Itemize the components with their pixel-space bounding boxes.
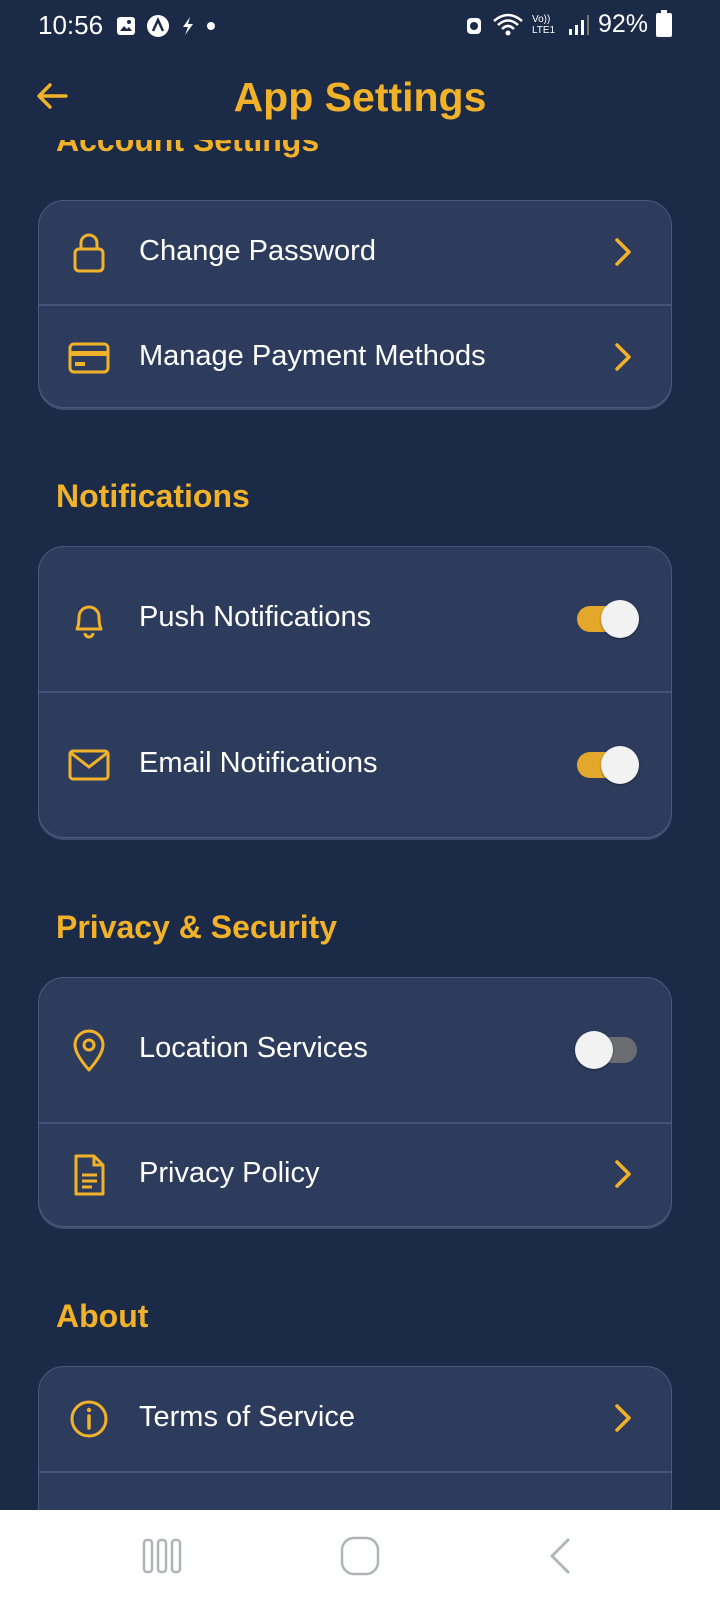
system-nav-bar <box>0 1510 720 1600</box>
section-title-privacy: Privacy & Security <box>56 909 338 945</box>
row-change-password[interactable]: Change Password <box>39 201 671 304</box>
row-label: Change Password <box>139 235 376 267</box>
row-location-services[interactable]: Location Services <box>39 978 671 1122</box>
chevron-right-icon <box>615 238 631 266</box>
toggle-knob <box>601 746 639 784</box>
page-title: App Settings <box>233 74 487 120</box>
row-next-item[interactable] <box>39 1471 671 1510</box>
row-privacy-policy[interactable]: Privacy Policy <box>39 1122 671 1226</box>
row-label: Manage Payment Methods <box>139 340 486 372</box>
app-icon <box>147 15 169 37</box>
network-label: Vo)) LTE1 <box>531 13 556 36</box>
card-notifications: Push Notifications Email Notifications <box>38 546 672 838</box>
recent-apps-icon[interactable] <box>140 1534 184 1578</box>
section-title-notifications: Notifications <box>56 478 250 514</box>
push-notifications-toggle[interactable] <box>577 600 639 638</box>
card-privacy: Location Services Privacy Policy <box>38 977 672 1227</box>
bell-icon <box>75 605 103 639</box>
status-right-icons: Vo)) LTE1 92% <box>464 9 672 39</box>
document-icon <box>74 1154 105 1196</box>
row-label: Location Services <box>139 1032 368 1064</box>
status-left-icons <box>116 14 216 38</box>
gallery-icon <box>117 17 135 35</box>
row-push-notifications[interactable]: Push Notifications <box>39 547 671 691</box>
signal-icon <box>568 14 589 35</box>
status-bar: 10:56 Vo)) LTE1 92% <box>0 0 720 54</box>
battery-icon <box>656 9 672 37</box>
location-pin-icon <box>73 1029 105 1072</box>
row-label: Privacy Policy <box>139 1157 320 1189</box>
card-account: Change Password Manage Payment Methods <box>38 200 672 408</box>
section-title-about: About <box>56 1298 149 1334</box>
alarm-icon <box>466 17 481 34</box>
settings-scroll[interactable]: Account Settings Change Password Manage … <box>0 140 720 1510</box>
wifi-icon <box>493 13 523 35</box>
toggle-knob <box>601 600 639 638</box>
dot-icon <box>207 22 215 30</box>
status-time: 10:56 <box>38 10 104 40</box>
mail-icon <box>68 749 110 781</box>
info-icon <box>70 1400 108 1438</box>
email-notifications-toggle[interactable] <box>577 746 639 784</box>
location-services-toggle[interactable] <box>575 1031 637 1069</box>
battery-percent: 92% <box>597 10 648 38</box>
card-about: Terms of Service <box>38 1366 672 1510</box>
home-icon[interactable] <box>338 1534 382 1578</box>
chevron-right-icon <box>615 343 631 371</box>
toggle-knob <box>575 1031 613 1069</box>
bolt-icon <box>183 17 193 35</box>
row-manage-payment-methods[interactable]: Manage Payment Methods <box>39 304 671 407</box>
row-label: Email Notifications <box>139 747 378 779</box>
credit-card-icon <box>68 342 110 374</box>
row-email-notifications[interactable]: Email Notifications <box>39 691 671 837</box>
chevron-right-icon <box>615 1160 631 1188</box>
row-label: Terms of Service <box>139 1401 355 1433</box>
section-title-account: Account Settings <box>56 140 320 158</box>
row-terms-of-service[interactable]: Terms of Service <box>39 1367 671 1471</box>
chevron-right-icon <box>615 1404 631 1432</box>
app-header: App Settings <box>0 60 720 140</box>
row-label: Push Notifications <box>139 601 372 633</box>
back-icon[interactable] <box>540 1534 584 1578</box>
lock-icon <box>73 233 105 273</box>
